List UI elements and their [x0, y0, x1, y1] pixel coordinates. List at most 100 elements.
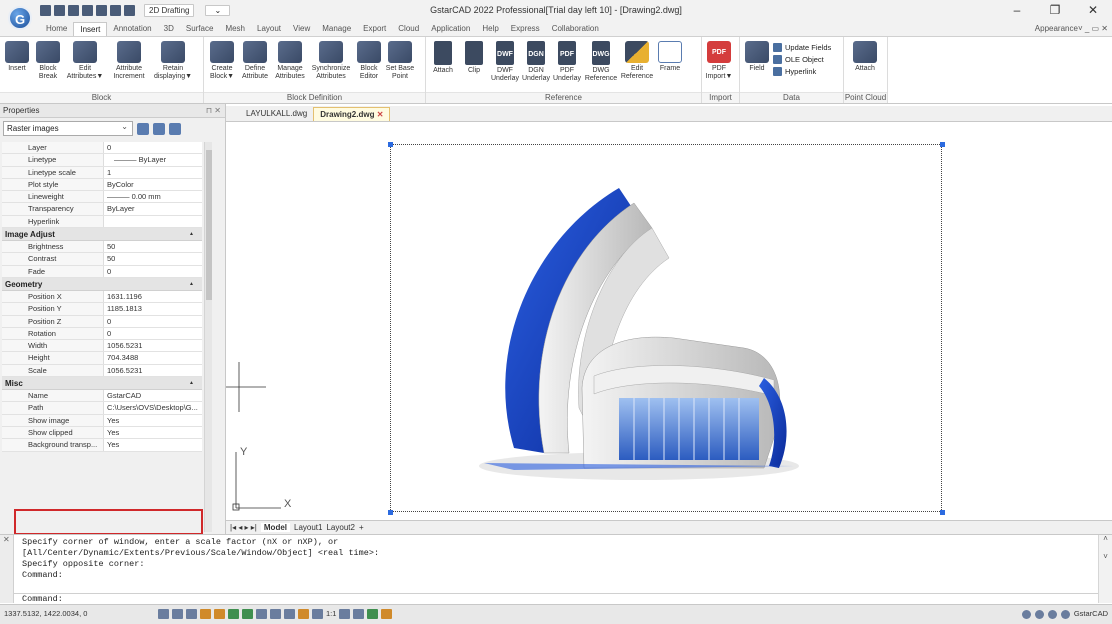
tab-application[interactable]: Application — [425, 22, 476, 36]
ortho-icon[interactable] — [186, 609, 197, 619]
prop-row[interactable]: Show image Yes — [2, 414, 202, 427]
close-tab-icon[interactable]: ✕ — [377, 110, 384, 119]
tab-mesh[interactable]: Mesh — [219, 22, 251, 36]
doc-tab-drawing2[interactable]: Drawing2.dwg ✕ — [313, 107, 391, 121]
notification-icon[interactable] — [1034, 609, 1044, 619]
scroll-thumb[interactable] — [206, 150, 212, 300]
close-button[interactable]: ✕ — [1074, 0, 1112, 22]
annotation-scale-icon[interactable] — [312, 609, 323, 619]
workspace-icon[interactable] — [367, 609, 379, 619]
prop-row[interactable]: Position X 1631.1196 — [2, 290, 202, 304]
tab-layout1[interactable]: Layout1 — [294, 523, 322, 532]
grip-top-right[interactable] — [940, 142, 945, 147]
object-type-select[interactable]: Raster images — [3, 120, 133, 136]
prop-row[interactable]: Path C:\Users\OVS\Desktop\G... — [2, 402, 202, 415]
app-logo[interactable]: G — [8, 6, 32, 30]
pickadd-icon[interactable] — [137, 122, 149, 135]
tab-annotation[interactable]: Annotation — [107, 22, 157, 36]
annotation-visibility-icon[interactable] — [339, 609, 351, 619]
fullscreen-icon[interactable] — [1060, 609, 1070, 619]
field-icon — [745, 41, 769, 63]
restore-button[interactable]: ❐ — [1036, 0, 1074, 22]
prop-row[interactable]: Linetype scale 1 — [2, 166, 202, 179]
update-fields-button[interactable]: Update Fields — [773, 42, 831, 53]
prop-row[interactable]: Position Y 1185.1813 — [2, 303, 202, 316]
lineweight-icon[interactable] — [270, 609, 281, 619]
highlight-box — [14, 509, 203, 535]
properties-title: Properties ⊓ ✕ — [0, 104, 225, 118]
prop-row[interactable]: Transparency ByLayer — [2, 203, 202, 216]
nav-arrows[interactable]: |◂ ◂ ▸ ▸| — [230, 523, 257, 532]
grip-top-left[interactable] — [388, 142, 393, 147]
prop-row[interactable]: Rotation 0 — [2, 327, 202, 341]
select-objects-icon[interactable] — [153, 122, 165, 135]
prop-row[interactable]: Show clipped Yes — [2, 426, 202, 440]
prop-row[interactable]: Name GstarCAD — [2, 390, 202, 403]
tab-layout2[interactable]: Layout2 — [326, 523, 354, 532]
prop-row[interactable]: Linetype ——— ByLayer — [2, 154, 202, 167]
section-misc[interactable]: Misc — [2, 377, 202, 391]
edit-attributes-icon — [73, 41, 97, 63]
ole-object-button[interactable]: OLE Object — [773, 54, 831, 65]
scale-label[interactable]: 1:1 — [326, 609, 336, 619]
prop-row[interactable]: Scale 1056.5231 — [2, 364, 202, 378]
tab-cloud[interactable]: Cloud — [392, 22, 425, 36]
tab-insert[interactable]: Insert — [73, 22, 108, 36]
osnap-icon[interactable] — [214, 609, 225, 619]
hyperlink-button[interactable]: Hyperlink — [773, 66, 831, 77]
tab-3d[interactable]: 3D — [158, 22, 180, 36]
otrack-icon[interactable] — [228, 609, 239, 619]
group-block-definition: Create Block▼ Define Attribute Manage Attri… — [204, 37, 426, 103]
quick-select-icon[interactable] — [169, 122, 181, 135]
prop-row[interactable]: Plot style ByColor — [2, 178, 202, 192]
snap-icon[interactable] — [158, 609, 169, 619]
group-reference: Attach Clip DWF DWF Underlay DGN DGN Underla… — [426, 37, 702, 103]
prop-row[interactable]: Contrast 50 — [2, 253, 202, 266]
grid-icon[interactable] — [172, 609, 183, 619]
prop-row-background-transparency[interactable]: Background transp... Yes — [2, 439, 202, 452]
settings-icon[interactable] — [1021, 609, 1031, 619]
properties-scrollbar[interactable] — [204, 142, 212, 532]
tab-export[interactable]: Export — [357, 22, 392, 36]
retain-displaying-icon — [161, 41, 185, 63]
appearance-menu[interactable]: Appearance˅ _ ▭ ✕ — [1035, 24, 1108, 33]
prop-row[interactable]: Layer 0 — [2, 142, 202, 155]
prop-row[interactable]: Brightness 50 — [2, 241, 202, 254]
cloud-icon[interactable] — [1047, 609, 1057, 619]
transparency-icon[interactable] — [284, 609, 295, 619]
tab-help[interactable]: Help — [476, 22, 504, 36]
drawing-canvas[interactable]: Y X — [226, 122, 1112, 520]
dynamic-input-icon[interactable] — [256, 609, 267, 619]
tab-view[interactable]: View — [287, 22, 316, 36]
brand-label: GstarCAD — [1073, 609, 1108, 618]
polar-icon[interactable] — [200, 609, 211, 619]
grip-bottom-left[interactable] — [388, 510, 393, 515]
tab-home[interactable]: Home — [40, 22, 73, 36]
tab-manage[interactable]: Manage — [316, 22, 357, 36]
tab-model[interactable]: Model — [260, 523, 290, 532]
tab-add[interactable]: + — [359, 523, 364, 532]
tab-surface[interactable]: Surface — [180, 22, 220, 36]
section-geometry[interactable]: Geometry — [2, 277, 202, 291]
dynamic-ucs-icon[interactable] — [242, 609, 253, 619]
command-scrollbar[interactable]: ˄ ˅ — [1098, 535, 1112, 603]
tab-layout[interactable]: Layout — [251, 22, 287, 36]
prop-row[interactable]: Position Z0 — [2, 315, 202, 328]
minimize-button[interactable]: – — [998, 0, 1036, 22]
prop-row[interactable]: Hyperlink — [2, 215, 202, 229]
close-panel-icon[interactable]: ⊓ ✕ — [206, 104, 221, 117]
prop-row[interactable]: Height 704.3488 — [2, 352, 202, 365]
selection-cycling-icon[interactable] — [298, 609, 309, 619]
command-input[interactable]: Command: — [14, 593, 1098, 604]
section-image-adjust[interactable]: Image Adjust — [2, 228, 202, 242]
auto-scale-icon[interactable] — [353, 609, 365, 619]
prop-row[interactable]: Width 1056.5231 — [2, 340, 202, 353]
tab-collaboration[interactable]: Collaboration — [546, 22, 605, 36]
tab-express[interactable]: Express — [505, 22, 546, 36]
grip-bottom-right[interactable] — [940, 510, 945, 515]
command-close-icon[interactable]: ✕ — [0, 535, 14, 603]
lock-icon[interactable] — [381, 609, 393, 619]
prop-row[interactable]: Fade 0 — [2, 265, 202, 278]
doc-tab-layulkall[interactable]: LAYULKALL.dwg — [240, 107, 313, 121]
prop-row[interactable]: Lineweight ——— 0.00 mm — [2, 191, 202, 204]
